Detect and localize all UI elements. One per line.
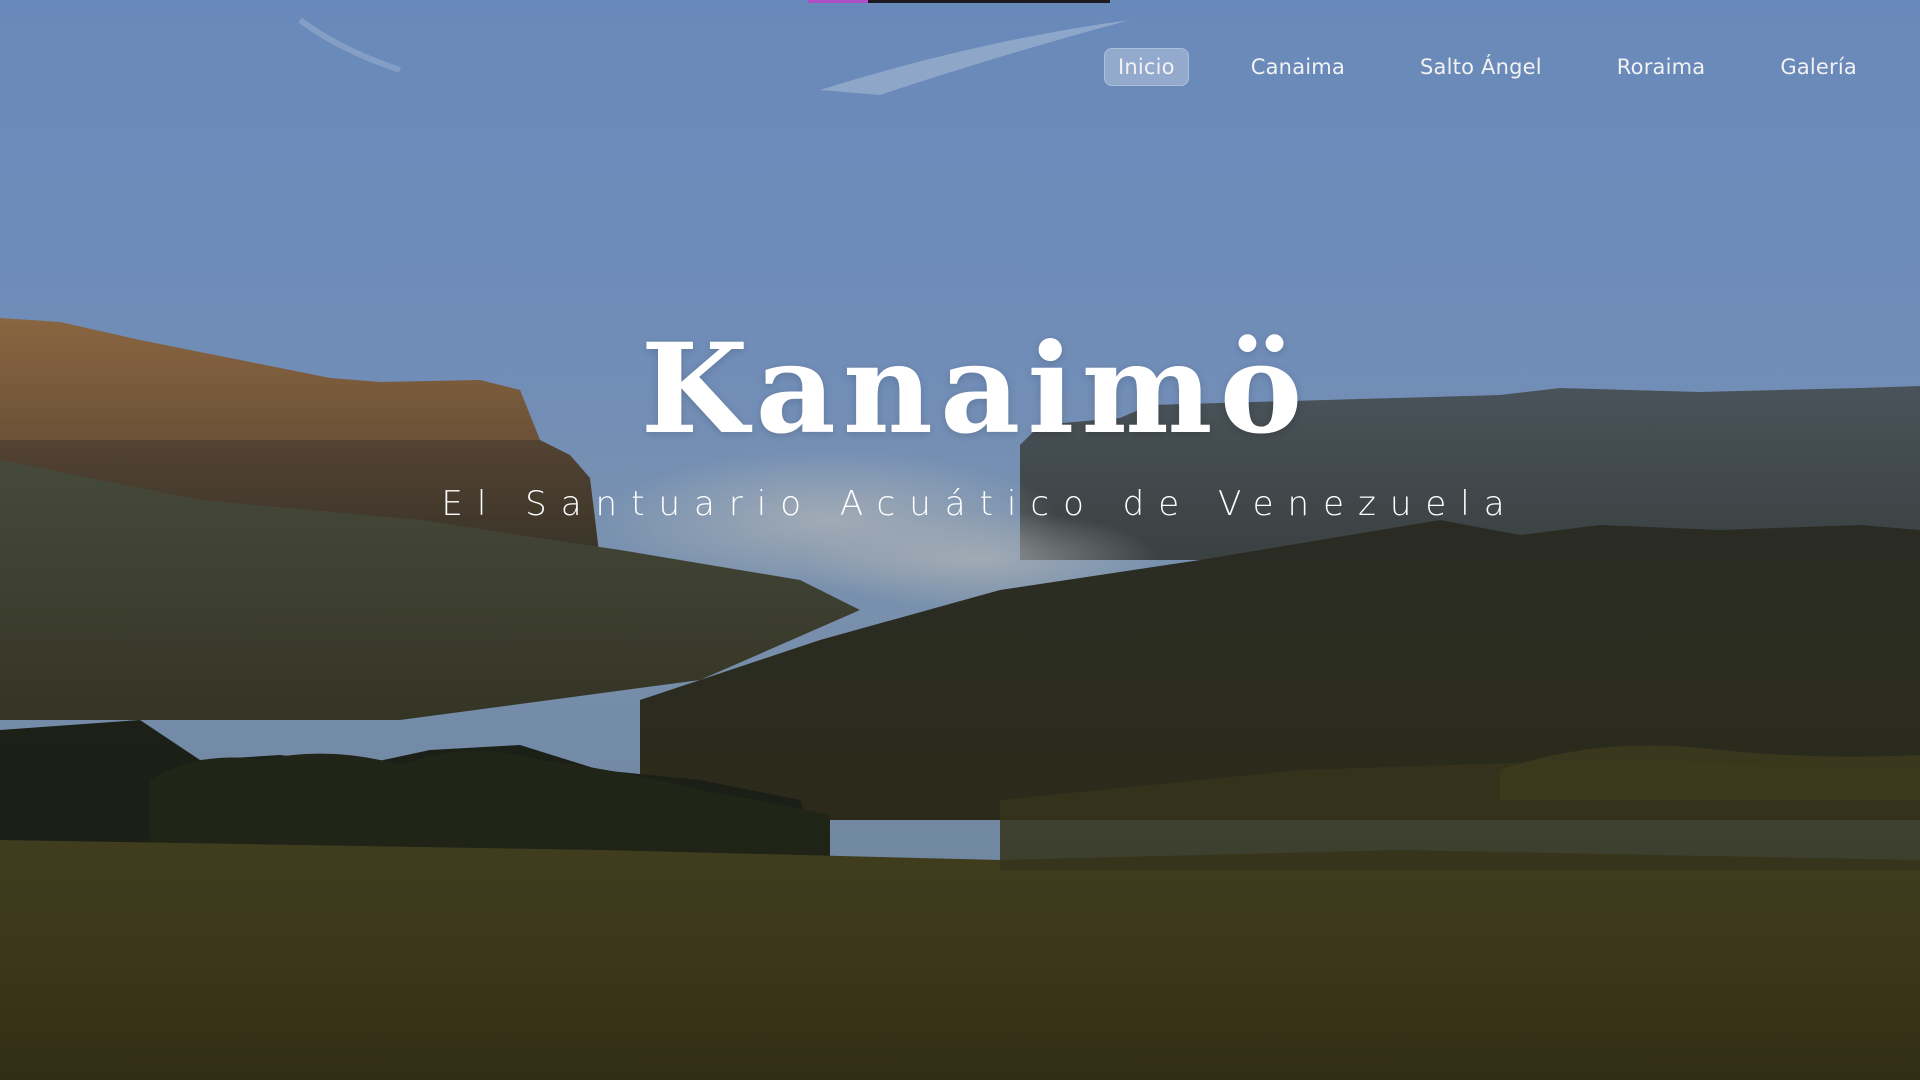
nav-item-galeria[interactable]: Galería [1767, 49, 1870, 85]
scroll-progress-bar [808, 0, 1110, 3]
nav-item-roraima[interactable]: Roraima [1604, 49, 1719, 85]
hero-subtitle: El Santuario Acuático de Venezuela [441, 484, 1519, 524]
hero-title: Kanaimö [640, 317, 1310, 462]
scroll-progress-fill [808, 0, 869, 3]
nav-item-canaima[interactable]: Canaima [1238, 49, 1358, 85]
image-dark-overlay [0, 0, 1920, 1080]
nav-item-inicio[interactable]: Inicio [1103, 48, 1189, 86]
hero-title-block: Kanaimö El Santuario Acuático de Venezue… [0, 317, 1920, 525]
main-navigation: Inicio Canaima Salto Ángel Roraima Galer… [1055, 48, 1870, 86]
nav-item-salto-angel[interactable]: Salto Ángel [1407, 49, 1555, 85]
hero-section: Inicio Canaima Salto Ángel Roraima Galer… [0, 0, 1920, 1080]
